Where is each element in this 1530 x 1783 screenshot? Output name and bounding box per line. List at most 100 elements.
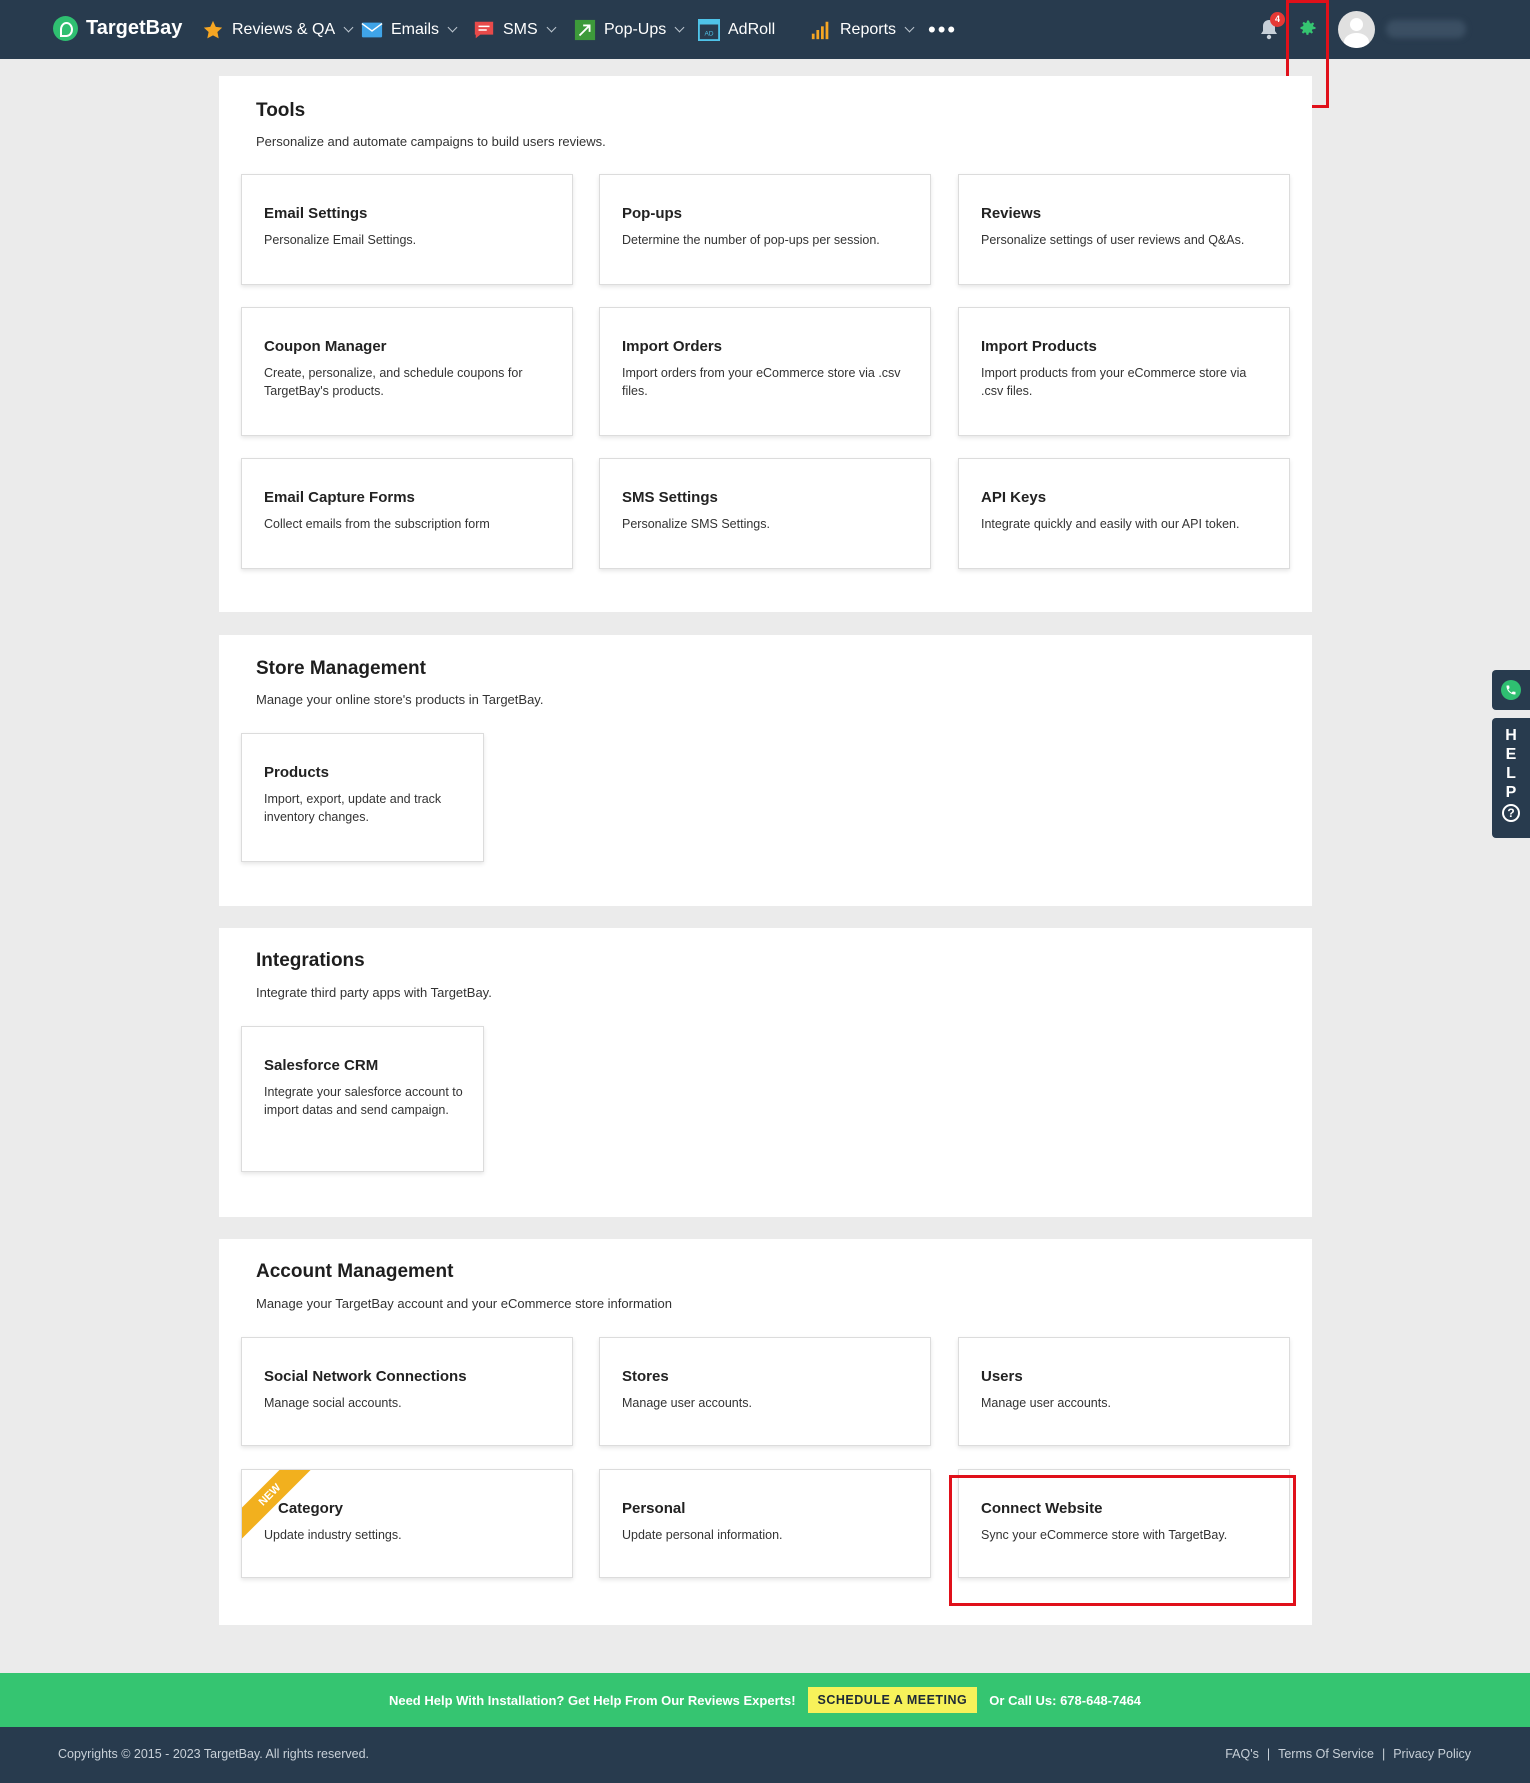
store-management-section: Store Management Manage your online stor… [219,635,1312,906]
card-personal[interactable]: Personal Update personal information. [599,1469,931,1578]
chat-icon [473,19,495,41]
popup-arrow-icon [574,19,596,41]
card-title: Pop-ups [622,205,682,222]
help-letter: P [1505,784,1517,801]
nav-popups[interactable]: Pop-Ups [574,0,685,59]
footer-link-faqs[interactable]: FAQ's [1225,1747,1259,1761]
card-description: Import orders from your eCommerce store … [622,366,901,398]
card-description: Create, personalize, and schedule coupon… [264,366,523,398]
card-email-capture-forms[interactable]: Email Capture Forms Collect emails from … [241,458,573,569]
help-letter: E [1505,746,1517,763]
nav-sms[interactable]: SMS [473,0,557,59]
brand-logo[interactable]: TargetBay [53,16,182,41]
envelope-icon [361,19,383,41]
footer-link-terms[interactable]: Terms Of Service [1278,1747,1374,1761]
card-description: Manage social accounts. [264,1396,402,1410]
username-redacted [1386,20,1466,38]
card-title: Import Orders [622,338,723,355]
card-coupon-manager[interactable]: Coupon Manager Create, personalize, and … [241,307,573,436]
card-description: Import products from your eCommerce stor… [981,366,1247,398]
bar-chart-icon [810,19,832,41]
card-title: Social Network Connections [264,1368,467,1385]
svg-text:AD: AD [705,30,714,37]
copyright-text: Copyrights © 2015 - 2023 TargetBay. All … [58,1747,369,1761]
card-description: Personalize SMS Settings. [622,517,770,531]
card-description: Collect emails from the subscription for… [264,517,490,531]
card-description: Update personal information. [622,1528,783,1542]
card-api-keys[interactable]: API Keys Integrate quickly and easily wi… [958,458,1290,569]
card-title: Stores [622,1368,669,1385]
integrations-section: Integrations Integrate third party apps … [219,928,1312,1217]
card-users[interactable]: Users Manage user accounts. [958,1337,1290,1446]
phone-icon [1501,680,1521,700]
section-subtitle: Integrate third party apps with TargetBa… [256,985,492,1000]
nav-label: Reports [840,20,897,38]
more-dots-icon: ••• [928,16,958,42]
chevron-down-icon [343,22,354,32]
question-circle-icon: ? [1502,804,1520,822]
card-import-orders[interactable]: Import Orders Import orders from your eC… [599,307,931,436]
nav-reports[interactable]: Reports [810,0,915,59]
nav-label: SMS [503,20,538,38]
card-description: Integrate your salesforce account to imp… [264,1085,463,1117]
help-letter: L [1506,765,1516,782]
call-widget-button[interactable] [1492,670,1530,710]
nav-label: Reviews & QA [232,20,336,38]
section-title: Tools [256,100,306,121]
nav-label: Pop-Ups [604,20,667,38]
card-email-settings[interactable]: Email Settings Personalize Email Setting… [241,174,573,285]
section-subtitle: Manage your TargetBay account and your e… [256,1296,672,1311]
chevron-down-icon [904,22,915,32]
card-title: Email Capture Forms [264,489,415,506]
nav-emails[interactable]: Emails [361,0,458,59]
card-description: Import, export, update and track invento… [264,792,442,824]
card-sms-settings[interactable]: SMS Settings Personalize SMS Settings. [599,458,931,569]
card-title: Products [264,764,330,781]
card-title: Salesforce CRM [264,1057,379,1074]
card-import-products[interactable]: Import Products Import products from you… [958,307,1290,436]
section-title: Store Management [256,658,426,679]
card-title: Import Products [981,338,1097,355]
card-title: SMS Settings [622,489,718,506]
section-title: Integrations [256,950,365,971]
card-title: Reviews [981,205,1042,222]
chevron-down-icon [674,22,685,32]
card-description: Determine the number of pop-ups per sess… [622,233,880,247]
card-description: Manage user accounts. [622,1396,752,1410]
card-description: Integrate quickly and easily with our AP… [981,517,1240,531]
star-icon [202,19,224,41]
footer-separator: | [1381,1747,1386,1761]
user-avatar[interactable] [1338,11,1375,48]
card-description: Personalize Email Settings. [264,233,417,247]
card-title: Personal [622,1500,686,1517]
card-description: Personalize settings of user reviews and… [981,233,1245,247]
help-widget-button[interactable]: H E L P ? [1492,718,1530,838]
nav-adroll[interactable]: AD AdRoll [698,0,775,59]
card-title: Category [278,1500,344,1517]
card-social-network-connections[interactable]: Social Network Connections Manage social… [241,1337,573,1446]
section-subtitle: Manage your online store's products in T… [256,692,544,707]
section-title: Account Management [256,1261,454,1282]
brand-name: TargetBay [86,17,183,39]
card-description: Manage user accounts. [981,1396,1111,1410]
schedule-meeting-button[interactable]: SCHEDULE A MEETING [807,1687,978,1713]
card-salesforce-crm[interactable]: Salesforce CRM Integrate your salesforce… [241,1026,484,1172]
installation-help-bar: Need Help With Installation? Get Help Fr… [0,1673,1530,1727]
cta-text: Need Help With Installation? Get Help Fr… [388,1692,796,1708]
card-title: Email Settings [264,205,368,222]
footer-link-privacy[interactable]: Privacy Policy [1393,1747,1471,1761]
card-reviews[interactable]: Reviews Personalize settings of user rev… [958,174,1290,285]
card-title: Users [981,1368,1023,1385]
card-stores[interactable]: Stores Manage user accounts. [599,1337,931,1446]
section-subtitle: Personalize and automate campaigns to bu… [256,134,606,149]
card-description: Update industry settings. [264,1528,402,1542]
card-popups[interactable]: Pop-ups Determine the number of pop-ups … [599,174,931,285]
nav-reviews-qa[interactable]: Reviews & QA [202,0,354,59]
chevron-down-icon [546,22,557,32]
more-menu-button[interactable]: ••• [928,0,957,59]
card-products[interactable]: Products Import, export, update and trac… [241,733,484,862]
footer-links: FAQ's | Terms Of Service | Privacy Polic… [1225,1747,1471,1761]
connect-website-highlight-box [949,1475,1296,1606]
card-category[interactable]: NEW Category Update industry settings. [241,1469,573,1578]
footer: Copyrights © 2015 - 2023 TargetBay. All … [0,1727,1530,1783]
